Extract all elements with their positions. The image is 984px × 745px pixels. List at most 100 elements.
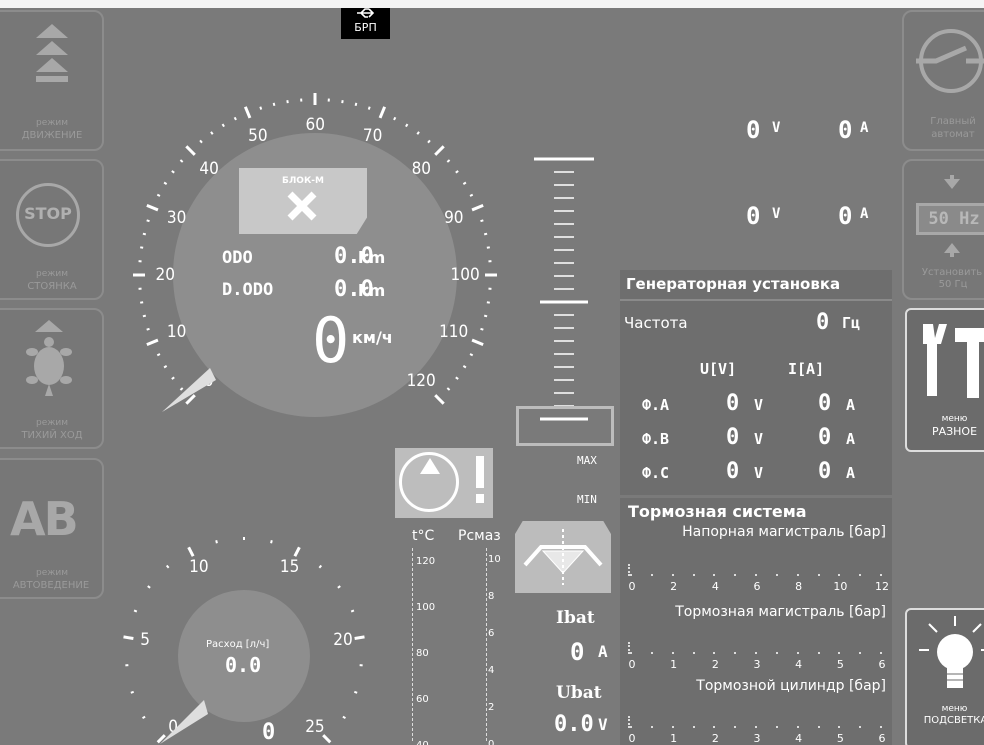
speed-minor-tick — [455, 170, 459, 174]
brake-scale-dot — [775, 726, 778, 728]
fuel-tick-label-20: 20 — [333, 630, 353, 651]
fuel-value: 0.0 — [225, 653, 262, 677]
ubat-unit: V — [598, 715, 608, 734]
oil-tick-10: 10 — [488, 554, 501, 565]
brake-scale-dot — [650, 574, 653, 576]
tools-icon — [923, 324, 984, 398]
level-max-label: MAX — [577, 454, 597, 467]
generator-panel: Генераторная установка Частота 0 Гц U[V]… — [620, 270, 892, 495]
brake-scale-dot — [630, 574, 632, 576]
compass-arrow-icon — [420, 458, 440, 474]
brake-scale-dot — [650, 652, 653, 654]
brake-scale-1-tick-4: 4 — [711, 580, 719, 593]
brake-scale-dot — [734, 574, 737, 576]
set-50hz-bottom: 50 Гц — [938, 279, 968, 290]
speed-minor-tick — [462, 365, 467, 369]
brake-scale-dot — [859, 574, 862, 576]
brake-scale-dot — [734, 726, 737, 728]
brake-scale-2-tick-4: 4 — [795, 658, 803, 671]
speed-tick-label-100: 100 — [450, 265, 480, 285]
menu-lighting-button[interactable]: меню ПОДСВЕТКА — [905, 608, 984, 745]
menu-misc-bottom: РАЗНОЕ — [931, 425, 978, 438]
brake-scale-dot — [692, 574, 695, 576]
phase-c-current-unit: A — [846, 464, 856, 482]
main-breaker-button[interactable]: Главный автомат — [902, 10, 984, 151]
set-50hz-button[interactable]: 50 Hz Установить 50 Гц — [902, 159, 984, 300]
speed-major-tick — [434, 394, 445, 405]
brake-scale-3-tick-2: 2 — [711, 732, 719, 745]
phase-a-current: 0 — [818, 391, 832, 416]
brake-scale-dot — [838, 726, 841, 728]
fuel-minor-tick — [142, 715, 146, 720]
brake-title: Тормозная система — [628, 502, 807, 521]
frequency-value: 0 — [816, 310, 830, 335]
temp-scale-bar — [412, 548, 415, 741]
current-value-1: 0 — [838, 116, 853, 144]
brake-scale-dot — [817, 652, 820, 654]
fuel-minor-tick — [337, 585, 341, 589]
speed-minor-tick — [480, 219, 484, 223]
current-unit-2: A — [860, 206, 869, 222]
brake-scale-dot — [775, 574, 778, 576]
frequency-unit: Гц — [842, 314, 861, 332]
fuel-minor-tick — [354, 690, 358, 694]
fuel-tick-label-10: 10 — [189, 556, 209, 577]
fuel-minor-tick — [350, 609, 355, 613]
brake-scale-dot — [838, 574, 841, 576]
brake-pad-icon — [523, 529, 603, 585]
speed-tick-label-80: 80 — [411, 158, 432, 179]
phase-b-voltage: 0 — [726, 425, 740, 450]
speed-minor-tick — [480, 327, 484, 331]
brake-scale-1-axis — [628, 564, 886, 576]
phase-a-voltage-unit: V — [754, 396, 764, 414]
brake-scale-3-tick-4: 4 — [795, 732, 803, 745]
temp-tick-80: 80 — [416, 648, 429, 659]
speed-minor-tick — [483, 314, 488, 318]
speed-tick-label-120: 120 — [406, 371, 436, 392]
current-unit-1: A — [860, 120, 869, 136]
wiper-button[interactable] — [515, 521, 611, 593]
brake-scale-dot — [796, 652, 799, 654]
ibat-label: Ibat — [556, 608, 595, 628]
speed-minor-tick — [427, 139, 431, 144]
brake-scale-2-axis — [628, 642, 886, 654]
warning-icon — [476, 456, 484, 503]
phase-b-current: 0 — [818, 425, 832, 450]
fuel-minor-tick — [318, 564, 323, 569]
fuel-minor-tick — [215, 540, 218, 544]
speed-minor-tick — [462, 181, 467, 185]
brake-scale-dot — [880, 726, 882, 728]
col-current-header: I[A] — [788, 360, 825, 378]
brake-scale-dot — [671, 574, 674, 576]
fuel-tick-label-5: 5 — [140, 630, 150, 651]
menu-misc-button[interactable]: меню РАЗНОЕ — [905, 308, 984, 452]
level-min-label: MIN — [577, 493, 597, 506]
brake-scale-dot — [796, 726, 799, 728]
fuel-label: Расход [л/ч] — [206, 639, 270, 650]
temp-label: t°C — [412, 528, 435, 544]
brake-scale-dot — [880, 652, 882, 654]
brake-scale-dot — [671, 652, 674, 654]
phase-b-current-unit: A — [846, 430, 856, 448]
breaker-icon — [916, 29, 984, 93]
brake-scale-dot — [755, 574, 757, 576]
hz-display: 50 Hz — [916, 203, 984, 235]
voltage-unit-2: V — [772, 206, 781, 222]
brake-scale-dot — [755, 726, 757, 728]
brake-scale-3-tick-6: 6 — [878, 732, 886, 745]
oil-pressure-label: Pсмаз — [458, 528, 501, 544]
brake-scale-2-label: Тормозная магистраль [бар] — [675, 604, 886, 620]
brake-scale-2-tick-2: 2 — [711, 658, 719, 671]
phase-a-current-unit: A — [846, 396, 856, 414]
brake-panel: Тормозная система Напорная магистраль [б… — [620, 498, 892, 745]
fuel-needle — [160, 700, 208, 744]
frequency-label: Частота — [624, 314, 688, 332]
brake-scale-3-tick-0: 0 — [628, 732, 636, 745]
brake-scale-1-tick-6: 6 — [753, 580, 761, 593]
level-window — [516, 406, 614, 446]
speed-minor-tick — [469, 353, 474, 357]
brake-scale-dot — [817, 574, 820, 576]
brake-scale-dot — [630, 652, 632, 654]
phase-a-voltage: 0 — [726, 391, 740, 416]
brake-scale-3-tick-3: 3 — [753, 732, 761, 745]
